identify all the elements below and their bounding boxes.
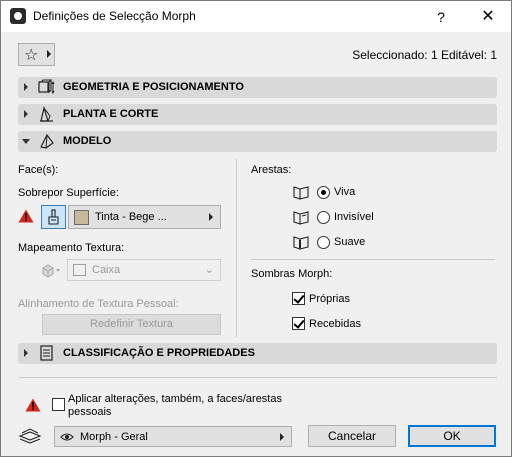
- cast-shadows-label: Próprias: [309, 293, 350, 305]
- arrow-right-icon: [209, 213, 213, 221]
- edge-hidden-radio[interactable]: [317, 211, 330, 224]
- layer-icon: [18, 428, 42, 444]
- paint-brush-icon: [48, 209, 59, 225]
- section-label: PLANTA E CORTE: [63, 108, 159, 120]
- chevron-down-icon: ⌄: [204, 264, 214, 276]
- apply-custom-label: Aplicar alterações, também, a faces/ares…: [68, 393, 282, 418]
- model-icon: [40, 133, 54, 149]
- reset-texture-button[interactable]: Redefinir Textura: [42, 314, 221, 335]
- expand-arrow-icon: [24, 349, 28, 357]
- footer-divider: [18, 377, 497, 378]
- surface-value: Tinta - Bege ...: [95, 211, 167, 223]
- edge-smooth-label: Suave: [334, 236, 366, 248]
- receive-shadows-checkbox[interactable]: [292, 317, 305, 330]
- star-icon: ☆: [24, 47, 39, 64]
- edge-sharp-radio[interactable]: [317, 186, 330, 199]
- help-button[interactable]: ?: [426, 5, 456, 29]
- window-title: Definições de Selecção Morph: [33, 9, 196, 23]
- expand-arrow-icon: [24, 83, 28, 91]
- cancel-button[interactable]: Cancelar: [308, 425, 396, 447]
- classification-icon: [40, 345, 53, 361]
- hidden-edge-icon: [293, 211, 309, 225]
- section-classification[interactable]: CLASSIFICAÇÃO E PROPRIEDADES: [18, 343, 497, 364]
- app-icon: [10, 8, 26, 24]
- section-model[interactable]: MODELO: [18, 131, 497, 152]
- morph-shadows-label: Sombras Morph:: [251, 268, 333, 280]
- favorite-value: Morph - Geral: [80, 431, 148, 443]
- dialog-window: Definições de Selecção Morph ? ✕ ☆ Selec…: [0, 0, 512, 457]
- eye-icon: [60, 433, 74, 441]
- title-bar: Definições de Selecção Morph ? ✕: [1, 1, 511, 32]
- edge-smooth-radio[interactable]: [317, 236, 330, 249]
- collapse-arrow-icon: [22, 139, 30, 144]
- texture-mapping-label: Mapeamento Textura:: [18, 242, 125, 254]
- edges-label: Arestas:: [251, 164, 292, 176]
- warning-icon: [25, 398, 41, 412]
- edge-sharp-label: Viva: [334, 186, 356, 198]
- close-button[interactable]: ✕: [473, 5, 503, 29]
- texture-mapping-value: Caixa: [92, 264, 121, 276]
- favorites-button[interactable]: ☆: [18, 43, 55, 66]
- edge-hidden-label: Invisível: [334, 211, 374, 223]
- surface-swatch: [74, 210, 89, 225]
- favorite-selector[interactable]: Morph - Geral: [54, 426, 292, 447]
- texture-mapping-select[interactable]: Caixa ⌄: [67, 259, 221, 281]
- section-label: GEOMETRIA E POSICIONAMENTO: [63, 81, 244, 93]
- smooth-edge-icon: [293, 236, 309, 250]
- section-geometry[interactable]: GEOMETRIA E POSICIONAMENTO: [18, 77, 497, 98]
- floor-plan-icon: [40, 106, 53, 122]
- custom-alignment-label: Alinhamento de Textura Pessoal:: [18, 298, 179, 310]
- selection-info: Seleccionado: 1 Editável: 1: [352, 48, 497, 62]
- apply-custom-checkbox[interactable]: [52, 398, 65, 411]
- surface-selector[interactable]: Tinta - Bege ...: [68, 205, 221, 229]
- faces-label: Face(s):: [18, 164, 59, 176]
- cast-shadows-checkbox[interactable]: [292, 292, 305, 305]
- arrow-right-icon: [47, 50, 51, 58]
- warning-icon: [18, 209, 34, 223]
- box-icon: [73, 264, 86, 276]
- texture-mapping-icon: [42, 264, 60, 278]
- override-surface-label: Sobrepor Superfície:: [18, 187, 119, 199]
- section-label: MODELO: [63, 135, 112, 147]
- divider: [251, 259, 495, 260]
- panel-divider: [236, 159, 237, 337]
- arrow-right-icon: [280, 433, 284, 441]
- geometry-icon: [38, 79, 55, 95]
- override-surface-toggle[interactable]: [41, 205, 66, 229]
- sharp-edge-icon: [293, 186, 309, 200]
- expand-arrow-icon: [24, 110, 28, 118]
- section-floor-plan[interactable]: PLANTA E CORTE: [18, 104, 497, 125]
- receive-shadows-label: Recebidas: [309, 318, 361, 330]
- ok-button[interactable]: OK: [408, 425, 496, 447]
- section-label: CLASSIFICAÇÃO E PROPRIEDADES: [63, 347, 255, 359]
